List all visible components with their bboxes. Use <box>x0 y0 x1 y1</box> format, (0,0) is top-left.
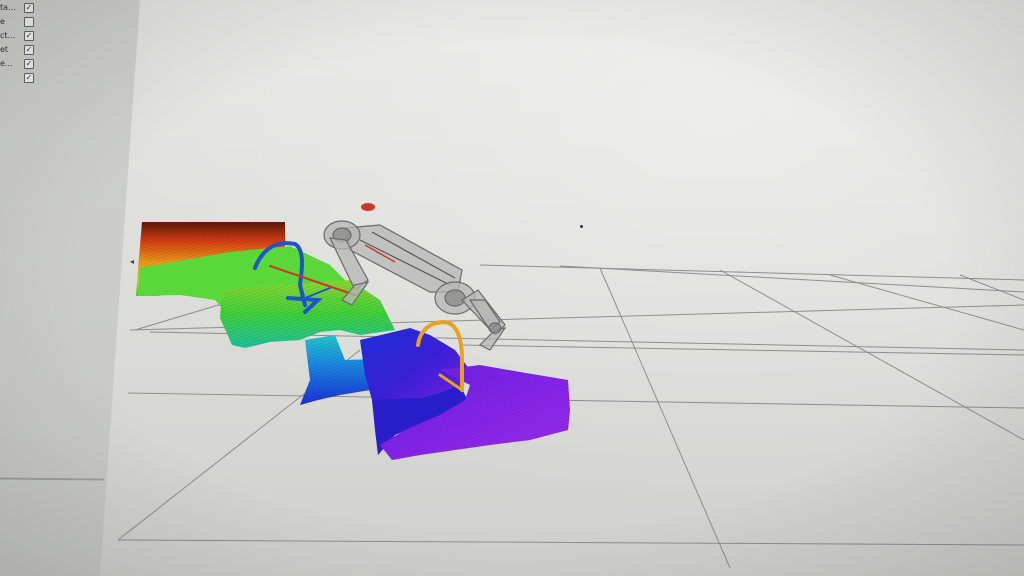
grid-line <box>117 539 1024 546</box>
display-property-list: ta... ✓ e ct... ✓ et ✓ e... ✓ ✓ <box>0 2 40 86</box>
mouse-cursor <box>580 225 583 228</box>
checkbox-icon[interactable]: ✓ <box>24 73 34 83</box>
property-label: e... <box>0 59 13 68</box>
property-label: ct... <box>0 31 16 40</box>
robot-rear-knee <box>488 322 502 334</box>
grid-line <box>459 344 1024 356</box>
grid-line <box>829 274 1024 331</box>
3d-viewport[interactable] <box>104 0 1024 576</box>
viewport-canvas[interactable] <box>104 0 1024 576</box>
property-label: et <box>0 45 9 54</box>
property-row[interactable]: ta... ✓ <box>0 2 40 16</box>
checkbox-icon[interactable]: ✓ <box>24 3 34 13</box>
checkbox-icon[interactable]: ✓ <box>24 45 34 55</box>
target-marker <box>361 203 375 211</box>
grid-line <box>719 269 1024 441</box>
grid-line <box>599 267 731 569</box>
checkbox-icon[interactable]: ✓ <box>24 59 34 69</box>
property-label: ta... <box>0 3 16 12</box>
checkbox-icon[interactable] <box>24 17 34 27</box>
robot-rear-hip-joint <box>444 289 466 307</box>
property-row[interactable]: et ✓ <box>0 44 40 58</box>
grid-line <box>559 265 1024 293</box>
grid-line <box>127 392 1024 409</box>
checkbox-icon[interactable]: ✓ <box>24 31 34 41</box>
property-row[interactable]: ct... ✓ <box>0 30 40 44</box>
grid-line <box>479 264 1024 281</box>
property-row[interactable]: e <box>0 16 40 30</box>
heightmap-middle-step-hatch <box>220 280 395 348</box>
property-label: e <box>0 17 5 26</box>
property-row[interactable]: e... ✓ <box>0 58 40 72</box>
property-row[interactable]: ✓ <box>0 72 40 86</box>
